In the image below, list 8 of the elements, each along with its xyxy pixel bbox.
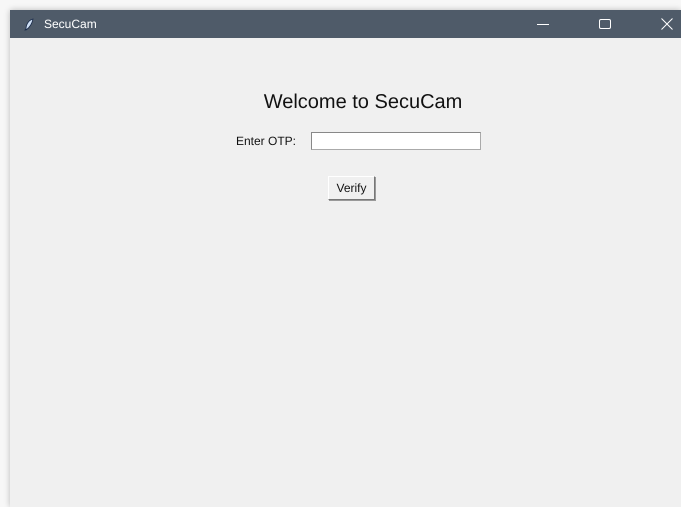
maximize-icon[interactable]	[599, 18, 611, 30]
close-icon[interactable]	[661, 18, 673, 30]
welcome-heading: Welcome to SecuCam	[264, 91, 462, 114]
window-title: SecuCam	[44, 17, 97, 31]
otp-label: Enter OTP:	[236, 134, 296, 148]
otp-input-field[interactable]	[311, 132, 482, 150]
feather-icon	[24, 18, 34, 30]
verify-button[interactable]: Verify	[328, 176, 374, 200]
